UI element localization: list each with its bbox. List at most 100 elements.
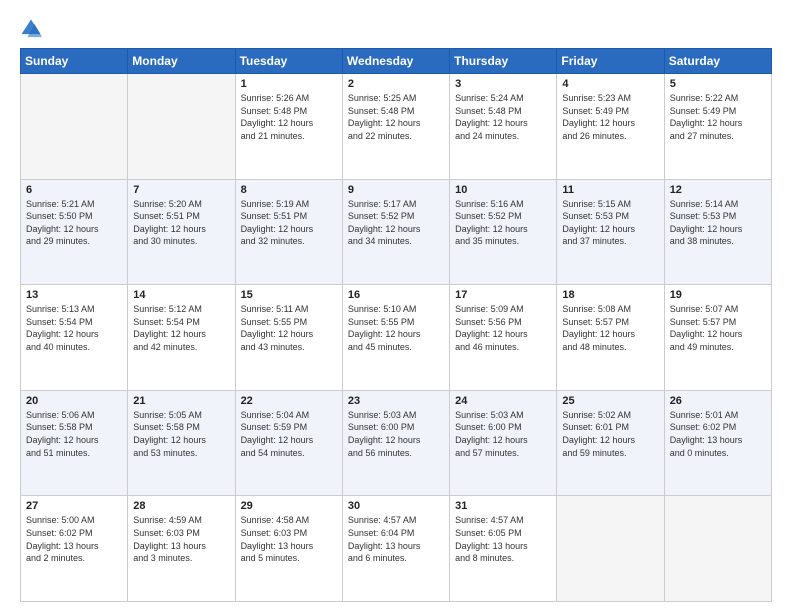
calendar-cell	[128, 74, 235, 180]
header	[20, 18, 772, 40]
day-info: Sunrise: 5:17 AM Sunset: 5:52 PM Dayligh…	[348, 198, 444, 248]
calendar-cell: 2 Sunrise: 5:25 AM Sunset: 5:48 PM Daylig…	[342, 74, 449, 180]
day-info: Sunrise: 5:22 AM Sunset: 5:49 PM Dayligh…	[670, 92, 766, 142]
day-number: 29	[241, 500, 337, 512]
day-number: 8	[241, 184, 337, 196]
day-number: 17	[455, 289, 551, 301]
calendar-week-row: 27 Sunrise: 5:00 AM Sunset: 6:02 PM Dayli…	[21, 496, 772, 602]
calendar-week-row: 6 Sunrise: 5:21 AM Sunset: 5:50 PM Daylig…	[21, 179, 772, 285]
day-number: 13	[26, 289, 122, 301]
calendar-cell: 30 Sunrise: 4:57 AM Sunset: 6:04 PM Dayli…	[342, 496, 449, 602]
day-number: 16	[348, 289, 444, 301]
day-info: Sunrise: 5:21 AM Sunset: 5:50 PM Dayligh…	[26, 198, 122, 248]
weekday-header-monday: Monday	[128, 49, 235, 74]
calendar-cell	[557, 496, 664, 602]
calendar-cell: 1Sunrise: 5:26 AM Sunset: 5:48 PM Daylig…	[235, 74, 342, 180]
day-info: Sunrise: 5:24 AM Sunset: 5:48 PM Dayligh…	[455, 92, 551, 142]
calendar-cell: 26 Sunrise: 5:01 AM Sunset: 6:02 PM Dayli…	[664, 390, 771, 496]
calendar-cell: 27 Sunrise: 5:00 AM Sunset: 6:02 PM Dayli…	[21, 496, 128, 602]
weekday-header-saturday: Saturday	[664, 49, 771, 74]
day-info: Sunrise: 5:06 AM Sunset: 5:58 PM Dayligh…	[26, 409, 122, 459]
day-info: Sunrise: 4:58 AM Sunset: 6:03 PM Dayligh…	[241, 514, 337, 564]
calendar-cell: 29 Sunrise: 4:58 AM Sunset: 6:03 PM Dayli…	[235, 496, 342, 602]
day-info: Sunrise: 5:13 AM Sunset: 5:54 PM Dayligh…	[26, 303, 122, 353]
calendar-week-row: 20 Sunrise: 5:06 AM Sunset: 5:58 PM Dayli…	[21, 390, 772, 496]
day-number: 30	[348, 500, 444, 512]
day-number: 4	[562, 78, 658, 90]
day-number: 24	[455, 395, 551, 407]
day-number: 10	[455, 184, 551, 196]
logo-icon	[20, 18, 42, 40]
day-number: 6	[26, 184, 122, 196]
day-number: 28	[133, 500, 229, 512]
calendar-cell	[664, 496, 771, 602]
day-number: 7	[133, 184, 229, 196]
day-info: Sunrise: 5:05 AM Sunset: 5:58 PM Dayligh…	[133, 409, 229, 459]
calendar-cell: 28 Sunrise: 4:59 AM Sunset: 6:03 PM Dayli…	[128, 496, 235, 602]
day-info: Sunrise: 5:10 AM Sunset: 5:55 PM Dayligh…	[348, 303, 444, 353]
weekday-header-friday: Friday	[557, 49, 664, 74]
day-info: Sunrise: 5:01 AM Sunset: 6:02 PM Dayligh…	[670, 409, 766, 459]
calendar-cell: 22Sunrise: 5:04 AM Sunset: 5:59 PM Dayli…	[235, 390, 342, 496]
calendar-cell: 7 Sunrise: 5:20 AM Sunset: 5:51 PM Daylig…	[128, 179, 235, 285]
calendar-cell: 23 Sunrise: 5:03 AM Sunset: 6:00 PM Dayli…	[342, 390, 449, 496]
day-number: 15	[241, 289, 337, 301]
day-number: 3	[455, 78, 551, 90]
day-number: 2	[348, 78, 444, 90]
calendar-cell: 3 Sunrise: 5:24 AM Sunset: 5:48 PM Daylig…	[450, 74, 557, 180]
calendar-cell: 13 Sunrise: 5:13 AM Sunset: 5:54 PM Dayli…	[21, 285, 128, 391]
calendar-cell: 10 Sunrise: 5:16 AM Sunset: 5:52 PM Dayli…	[450, 179, 557, 285]
logo	[20, 18, 46, 40]
day-number: 22	[241, 395, 337, 407]
day-number: 25	[562, 395, 658, 407]
day-info: Sunrise: 5:25 AM Sunset: 5:48 PM Dayligh…	[348, 92, 444, 142]
calendar-cell	[21, 74, 128, 180]
day-number: 31	[455, 500, 551, 512]
day-number: 14	[133, 289, 229, 301]
day-number: 21	[133, 395, 229, 407]
day-number: 19	[670, 289, 766, 301]
day-info: Sunrise: 5:12 AM Sunset: 5:54 PM Dayligh…	[133, 303, 229, 353]
day-info: Sunrise: 4:59 AM Sunset: 6:03 PM Dayligh…	[133, 514, 229, 564]
calendar-cell: 8Sunrise: 5:19 AM Sunset: 5:51 PM Daylig…	[235, 179, 342, 285]
day-number: 20	[26, 395, 122, 407]
day-info: Sunrise: 5:16 AM Sunset: 5:52 PM Dayligh…	[455, 198, 551, 248]
weekday-header-tuesday: Tuesday	[235, 49, 342, 74]
weekday-header-sunday: Sunday	[21, 49, 128, 74]
weekday-header-row: SundayMondayTuesdayWednesdayThursdayFrid…	[21, 49, 772, 74]
day-info: Sunrise: 5:23 AM Sunset: 5:49 PM Dayligh…	[562, 92, 658, 142]
calendar-cell: 16 Sunrise: 5:10 AM Sunset: 5:55 PM Dayli…	[342, 285, 449, 391]
weekday-header-wednesday: Wednesday	[342, 49, 449, 74]
calendar-cell: 17 Sunrise: 5:09 AM Sunset: 5:56 PM Dayli…	[450, 285, 557, 391]
calendar-cell: 15 Sunrise: 5:11 AM Sunset: 5:55 PM Dayli…	[235, 285, 342, 391]
day-info: Sunrise: 5:02 AM Sunset: 6:01 PM Dayligh…	[562, 409, 658, 459]
day-info: Sunrise: 4:57 AM Sunset: 6:04 PM Dayligh…	[348, 514, 444, 564]
day-info: Sunrise: 5:20 AM Sunset: 5:51 PM Dayligh…	[133, 198, 229, 248]
day-number: 18	[562, 289, 658, 301]
day-info: Sunrise: 5:03 AM Sunset: 6:00 PM Dayligh…	[348, 409, 444, 459]
day-info: Sunrise: 5:14 AM Sunset: 5:53 PM Dayligh…	[670, 198, 766, 248]
calendar-week-row: 1Sunrise: 5:26 AM Sunset: 5:48 PM Daylig…	[21, 74, 772, 180]
calendar-cell: 5 Sunrise: 5:22 AM Sunset: 5:49 PM Daylig…	[664, 74, 771, 180]
day-number: 11	[562, 184, 658, 196]
calendar-cell: 18 Sunrise: 5:08 AM Sunset: 5:57 PM Dayli…	[557, 285, 664, 391]
calendar-cell: 9Sunrise: 5:17 AM Sunset: 5:52 PM Daylig…	[342, 179, 449, 285]
calendar-cell: 11Sunrise: 5:15 AM Sunset: 5:53 PM Dayli…	[557, 179, 664, 285]
day-number: 26	[670, 395, 766, 407]
day-info: Sunrise: 5:08 AM Sunset: 5:57 PM Dayligh…	[562, 303, 658, 353]
calendar-cell: 31 Sunrise: 4:57 AM Sunset: 6:05 PM Dayli…	[450, 496, 557, 602]
page: SundayMondayTuesdayWednesdayThursdayFrid…	[0, 0, 792, 612]
calendar-cell: 25 Sunrise: 5:02 AM Sunset: 6:01 PM Dayli…	[557, 390, 664, 496]
day-number: 5	[670, 78, 766, 90]
calendar-week-row: 13 Sunrise: 5:13 AM Sunset: 5:54 PM Dayli…	[21, 285, 772, 391]
calendar-cell: 20 Sunrise: 5:06 AM Sunset: 5:58 PM Dayli…	[21, 390, 128, 496]
day-info: Sunrise: 4:57 AM Sunset: 6:05 PM Dayligh…	[455, 514, 551, 564]
day-info: Sunrise: 5:26 AM Sunset: 5:48 PM Dayligh…	[241, 92, 337, 142]
day-info: Sunrise: 5:07 AM Sunset: 5:57 PM Dayligh…	[670, 303, 766, 353]
day-number: 27	[26, 500, 122, 512]
calendar-cell: 4 Sunrise: 5:23 AM Sunset: 5:49 PM Daylig…	[557, 74, 664, 180]
day-info: Sunrise: 5:00 AM Sunset: 6:02 PM Dayligh…	[26, 514, 122, 564]
day-info: Sunrise: 5:09 AM Sunset: 5:56 PM Dayligh…	[455, 303, 551, 353]
day-number: 23	[348, 395, 444, 407]
day-info: Sunrise: 5:11 AM Sunset: 5:55 PM Dayligh…	[241, 303, 337, 353]
